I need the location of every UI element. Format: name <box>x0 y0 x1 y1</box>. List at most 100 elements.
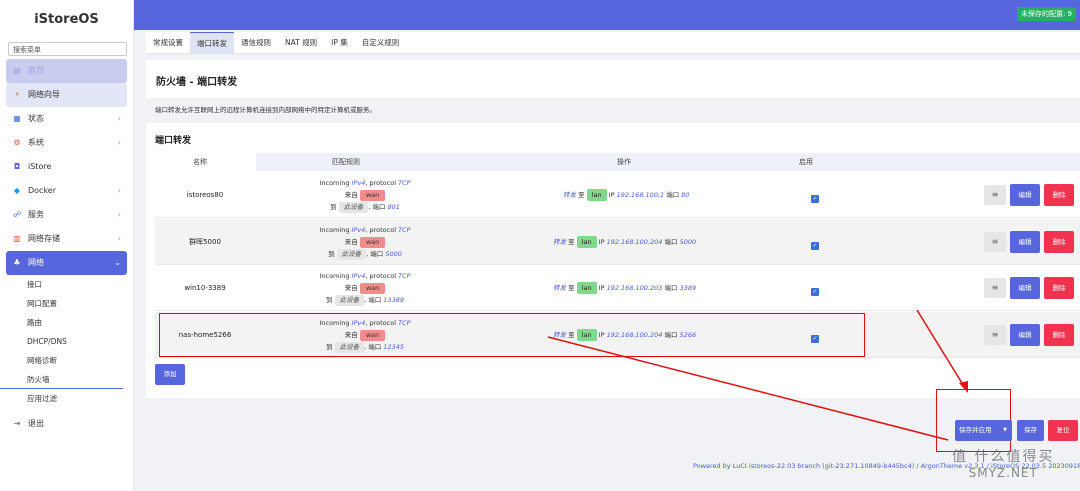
caret-down-icon[interactable]: ▼ <box>1003 420 1007 441</box>
zone-badge: lan <box>576 282 597 294</box>
delete-button[interactable]: 删除 <box>1044 324 1074 346</box>
chevron-right-icon: › <box>117 114 121 123</box>
sidebar-item-label: 系统 <box>28 138 44 147</box>
sidebar-subitem-routes[interactable]: 路由 <box>0 313 133 332</box>
zone-badge: wan <box>359 283 386 294</box>
chevron-right-icon: › <box>117 186 121 195</box>
zone-badge: wan <box>359 237 386 248</box>
chevron-right-icon: › <box>117 234 121 243</box>
sidebar-item-storage[interactable]: ▥ 网络存储 › <box>6 227 127 251</box>
tab-ip-sets[interactable]: IP 集 <box>324 32 355 54</box>
save-button[interactable]: 保存 <box>1017 420 1044 441</box>
edit-button[interactable]: 编辑 <box>1010 231 1040 253</box>
sidebar-subitem-app-filter[interactable]: 应用过滤 <box>0 389 133 408</box>
home-icon: ▤ <box>13 66 21 75</box>
enabled-checkbox[interactable]: ✓ <box>811 242 819 250</box>
sidebar-item-label: Docker <box>28 186 57 195</box>
add-button[interactable]: 添加 <box>155 364 185 385</box>
column-header-enabled: 启用 <box>799 158 813 166</box>
sidebar-subitem-dhcp-dns[interactable]: DHCP/DNS <box>0 332 133 351</box>
tab-port-forwards[interactable]: 端口转发 <box>190 32 234 54</box>
enabled-checkbox[interactable]: ✓ <box>811 288 819 296</box>
tab-nat-rules[interactable]: NAT 规则 <box>278 32 324 54</box>
sidebar-item-label: 网络向导 <box>28 90 60 99</box>
chevron-right-icon: › <box>117 138 121 147</box>
store-icon: ◘ <box>13 162 21 171</box>
chevron-right-icon: › <box>117 210 121 219</box>
delete-button[interactable]: 删除 <box>1044 231 1074 253</box>
match-rule: Incoming IPv4, protocol TCP 来自 wan 到 此设备… <box>319 179 411 213</box>
sidebar: iStoreOS 搜索菜单 ▤ 首页 ⚡ 网络向导 ▦ 状态 › ⚙ 系统 › … <box>0 0 134 491</box>
search-input[interactable]: 搜索菜单 <box>8 42 127 56</box>
save-and-apply-button[interactable]: 保存并应用 ▼ <box>955 420 1012 441</box>
match-rule: Incoming IPv4, protocol TCP 来自 wan 到 此设备… <box>319 226 411 260</box>
sidebar-subitem-port-config[interactable]: 网口配置 <box>0 294 133 313</box>
services-icon: ☍ <box>12 210 22 219</box>
sidebar-item-label: 网络存储 <box>28 234 60 243</box>
gear-icon: ⚙ <box>13 138 21 147</box>
table-row: win10-3389 Incoming IPv4, protocol TCP 来… <box>155 265 1080 311</box>
tab-general[interactable]: 常规设置 <box>146 32 190 54</box>
column-header-match: 匹配规则 <box>332 158 360 166</box>
tab-traffic-rules[interactable]: 通信规则 <box>234 32 278 54</box>
watermark: 值 什么值得买 SMYZ.NET <box>952 449 1055 480</box>
table-row: istoreos80 Incoming IPv4, protocol TCP 来… <box>155 172 1080 218</box>
annotation-highlight-row <box>159 313 865 357</box>
sidebar-item-system[interactable]: ⚙ 系统 › <box>6 131 127 155</box>
enabled-checkbox[interactable]: ✓ <box>811 195 819 203</box>
sidebar-subitem-firewall[interactable]: 防火墙 <box>0 370 123 389</box>
table-header: 名称 匹配规则 操作 启用 <box>155 153 1080 171</box>
sidebar-item-home[interactable]: ▤ 首页 <box>6 59 127 83</box>
sidebar-item-logout[interactable]: ⇥ 退出 <box>6 412 127 436</box>
tab-bar: 常规设置 端口转发 通信规则 NAT 规则 IP 集 自定义规则 <box>146 32 1080 54</box>
more-button[interactable]: ≡ <box>984 278 1006 298</box>
match-rule: Incoming IPv4, protocol TCP 来自 wan 到 此设备… <box>319 272 411 306</box>
wizard-icon: ⚡ <box>14 90 20 99</box>
rule-name: 群晖5000 <box>189 238 221 246</box>
sidebar-item-docker[interactable]: ◆ Docker › <box>6 179 127 203</box>
page-title: 防火墙 - 端口转发 <box>146 60 1080 98</box>
rule-name: istoreos80 <box>186 191 224 199</box>
edit-button[interactable]: 编辑 <box>1010 184 1040 206</box>
logout-icon: ⇥ <box>13 419 21 428</box>
sidebar-item-label: 退出 <box>28 419 44 428</box>
edit-button[interactable]: 编辑 <box>1010 277 1040 299</box>
network-icon: ♣ <box>13 258 21 267</box>
top-bar: 未保存的配置: 9 <box>134 0 1080 30</box>
page-description: 端口转发允许互联网上的远程计算机连接到内部网络中的特定计算机或服务。 <box>155 106 376 114</box>
tab-custom-rules[interactable]: 自定义规则 <box>355 32 407 54</box>
section-title: 端口转发 <box>155 136 192 146</box>
sidebar-subitem-diagnostics[interactable]: 网络诊断 <box>0 351 133 370</box>
dashboard-icon: ▦ <box>13 114 21 123</box>
more-button[interactable]: ≡ <box>984 185 1006 205</box>
table-row: 群晖5000 Incoming IPv4, protocol TCP 来自 wa… <box>155 219 1080 265</box>
forward-action: 转发 至 lan IP 192.168.100.1 端口 80 <box>563 189 690 201</box>
edit-button[interactable]: 编辑 <box>1010 324 1040 346</box>
docker-icon: ◆ <box>13 186 21 195</box>
sidebar-item-status[interactable]: ▦ 状态 › <box>6 107 127 131</box>
delete-button[interactable]: 删除 <box>1044 277 1074 299</box>
device-badge: 此设备 <box>336 249 367 260</box>
zone-badge: lan <box>576 236 597 248</box>
forward-action: 转发 至 lan IP 192.168.100.204 端口 5000 <box>553 236 697 248</box>
delete-button[interactable]: 删除 <box>1044 184 1074 206</box>
sidebar-item-services[interactable]: ☍ 服务 › <box>6 203 127 227</box>
sidebar-subitem-interfaces[interactable]: 接口 <box>0 275 133 294</box>
sidebar-item-label: 网络 <box>28 258 44 267</box>
device-badge: 此设备 <box>338 202 369 213</box>
rule-name: win10-3389 <box>184 284 226 292</box>
more-button[interactable]: ≡ <box>984 325 1006 345</box>
reset-button[interactable]: 复位 <box>1048 420 1078 441</box>
storage-icon: ▥ <box>13 234 21 243</box>
sidebar-item-label: iStore <box>28 162 52 171</box>
more-button[interactable]: ≡ <box>984 232 1006 252</box>
forward-action: 转发 至 lan IP 192.168.100.203 端口 3389 <box>553 282 697 294</box>
logo[interactable]: iStoreOS <box>0 0 133 40</box>
unsaved-changes-badge[interactable]: 未保存的配置: 9 <box>1016 7 1076 21</box>
zone-badge: lan <box>586 189 607 201</box>
sidebar-item-network[interactable]: ♣ 网络 ⌄ <box>6 251 127 275</box>
sidebar-item-label: 状态 <box>28 114 44 123</box>
sidebar-item-wizard[interactable]: ⚡ 网络向导 <box>6 83 127 107</box>
zone-badge: wan <box>359 190 386 201</box>
sidebar-item-istore[interactable]: ◘ iStore <box>6 155 127 179</box>
